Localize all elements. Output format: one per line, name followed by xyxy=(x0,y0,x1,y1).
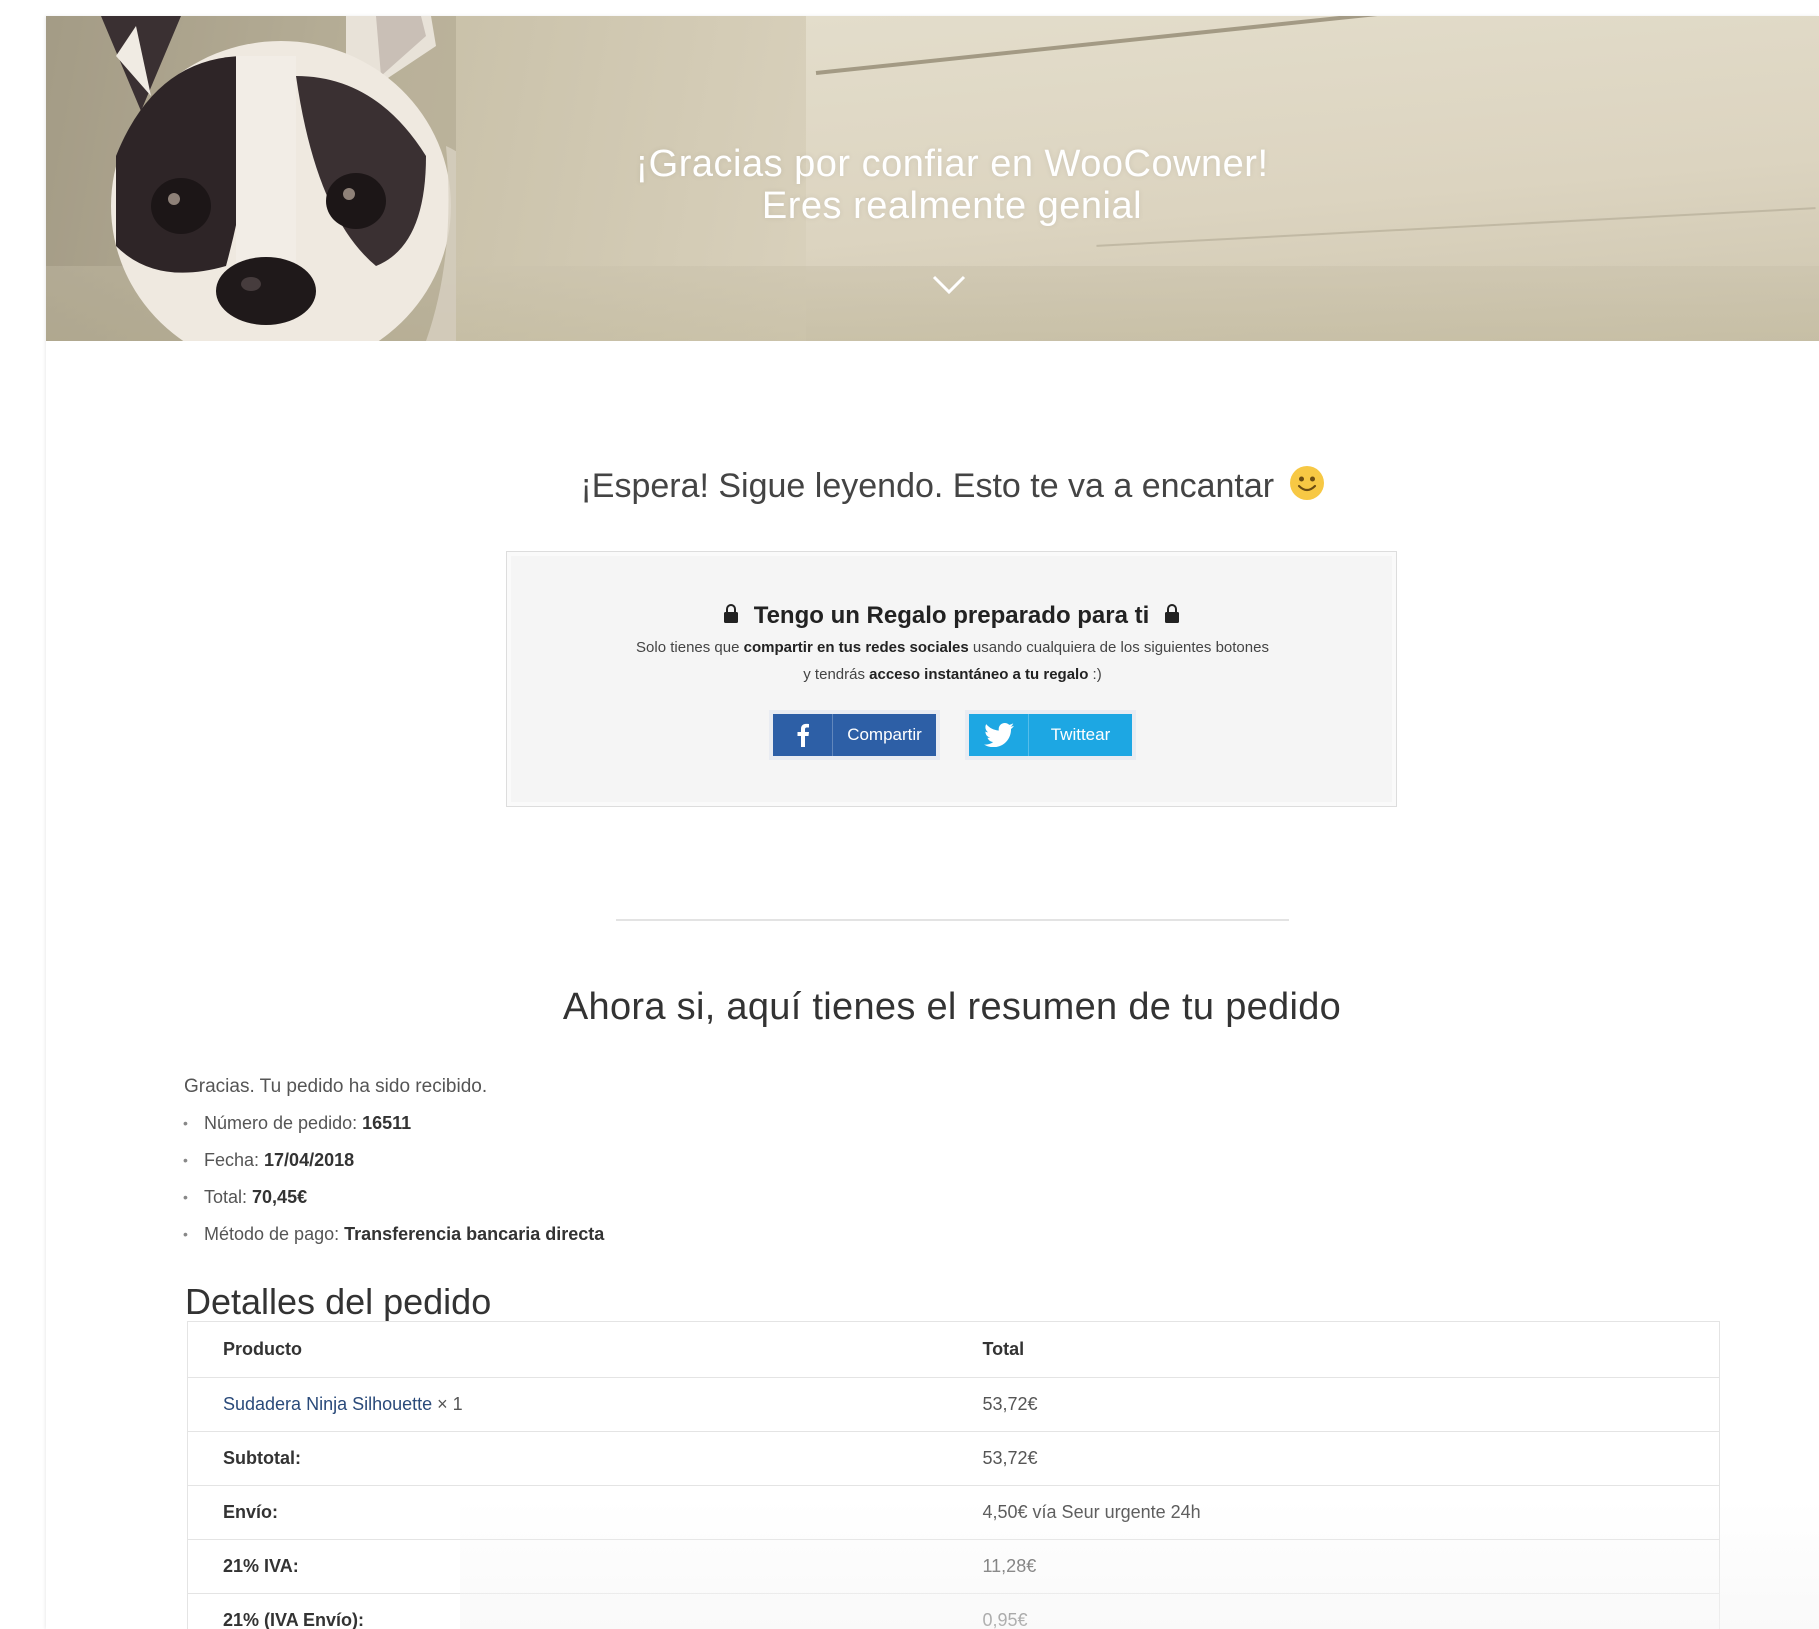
page: ¡Gracias por confiar en WooCowner! Eres … xyxy=(46,16,1819,1629)
shipping-value: 4,50€ vía Seur urgente 24h xyxy=(947,1485,1720,1540)
shipping-vat-label: 21% (IVA Envío): xyxy=(187,1593,948,1629)
shipping-label: Envío: xyxy=(187,1485,948,1540)
header-product: Producto xyxy=(187,1321,948,1378)
table-row: Sudadera Ninja Silhouette × 1 53,72€ xyxy=(187,1377,1720,1432)
twitter-tweet-label: Twittear xyxy=(1050,725,1111,744)
table-row: Envío: 4,50€ vía Seur urgente 24h xyxy=(187,1485,1720,1540)
twitter-tweet-button[interactable]: Twittear xyxy=(965,710,1136,760)
table-header-row: Producto Total xyxy=(187,1321,1720,1378)
table-row: Subtotal: 53,72€ xyxy=(187,1431,1720,1486)
chevron-down-icon[interactable] xyxy=(931,274,967,296)
order-overview: Número de pedido: 16511 Fecha: 17/04/201… xyxy=(183,1112,604,1260)
order-total: Total: 70,45€ xyxy=(183,1186,604,1223)
gift-locker-box: Tengo un Regalo preparado para ti Solo t… xyxy=(506,551,1397,807)
order-details-title: Detalles del pedido xyxy=(185,1281,492,1322)
section-divider xyxy=(616,919,1289,921)
wait-title: ¡Espera! Sigue leyendo. Esto te va a enc… xyxy=(46,466,1819,506)
table-row: 21% IVA: 11,28€ xyxy=(187,1539,1720,1594)
facebook-share-label: Compartir xyxy=(847,725,922,744)
order-number: Número de pedido: 16511 xyxy=(183,1112,604,1149)
vat-label: 21% IVA: xyxy=(187,1539,948,1594)
hero-title-line-2: Eres realmente genial xyxy=(761,185,1143,227)
summary-title: Ahora si, aquí tienes el resumen de tu p… xyxy=(562,986,1342,1028)
order-details-table: Producto Total Sudadera Ninja Silhouette… xyxy=(187,1321,1720,1629)
subtotal-label: Subtotal: xyxy=(187,1431,948,1486)
lock-icon xyxy=(724,604,739,623)
table-row: 21% (IVA Envío): 0,95€ xyxy=(187,1593,1720,1629)
order-payment-method: Método de pago: Transferencia bancaria d… xyxy=(183,1223,604,1260)
product-link[interactable]: Sudadera Ninja Silhouette xyxy=(223,1394,432,1414)
order-date: Fecha: 17/04/2018 xyxy=(183,1149,604,1186)
vat-value: 11,28€ xyxy=(947,1539,1720,1594)
gift-description: Solo tienes que compartir en tus redes s… xyxy=(636,639,1269,683)
facebook-icon xyxy=(773,714,833,756)
hero-banner: ¡Gracias por confiar en WooCowner! Eres … xyxy=(46,16,1819,341)
product-total: 53,72€ xyxy=(947,1377,1720,1432)
facebook-share-button[interactable]: Compartir xyxy=(769,710,940,760)
twitter-icon xyxy=(969,714,1029,756)
order-received-notice: Gracias. Tu pedido ha sido recibido. xyxy=(184,1076,488,1097)
header-total: Total xyxy=(947,1321,1720,1378)
shipping-vat-value: 0,95€ xyxy=(947,1593,1720,1629)
subtotal-value: 53,72€ xyxy=(947,1431,1720,1486)
hero-title-line-1: ¡Gracias por confiar en WooCowner! xyxy=(635,143,1269,185)
smiley-icon xyxy=(1289,466,1324,500)
hero-title: ¡Gracias por confiar en WooCowner! Eres … xyxy=(46,143,1819,227)
product-cell: Sudadera Ninja Silhouette × 1 xyxy=(187,1377,948,1432)
lock-icon xyxy=(1164,604,1179,623)
gift-title: Tengo un Regalo preparado para ti xyxy=(507,602,1396,630)
